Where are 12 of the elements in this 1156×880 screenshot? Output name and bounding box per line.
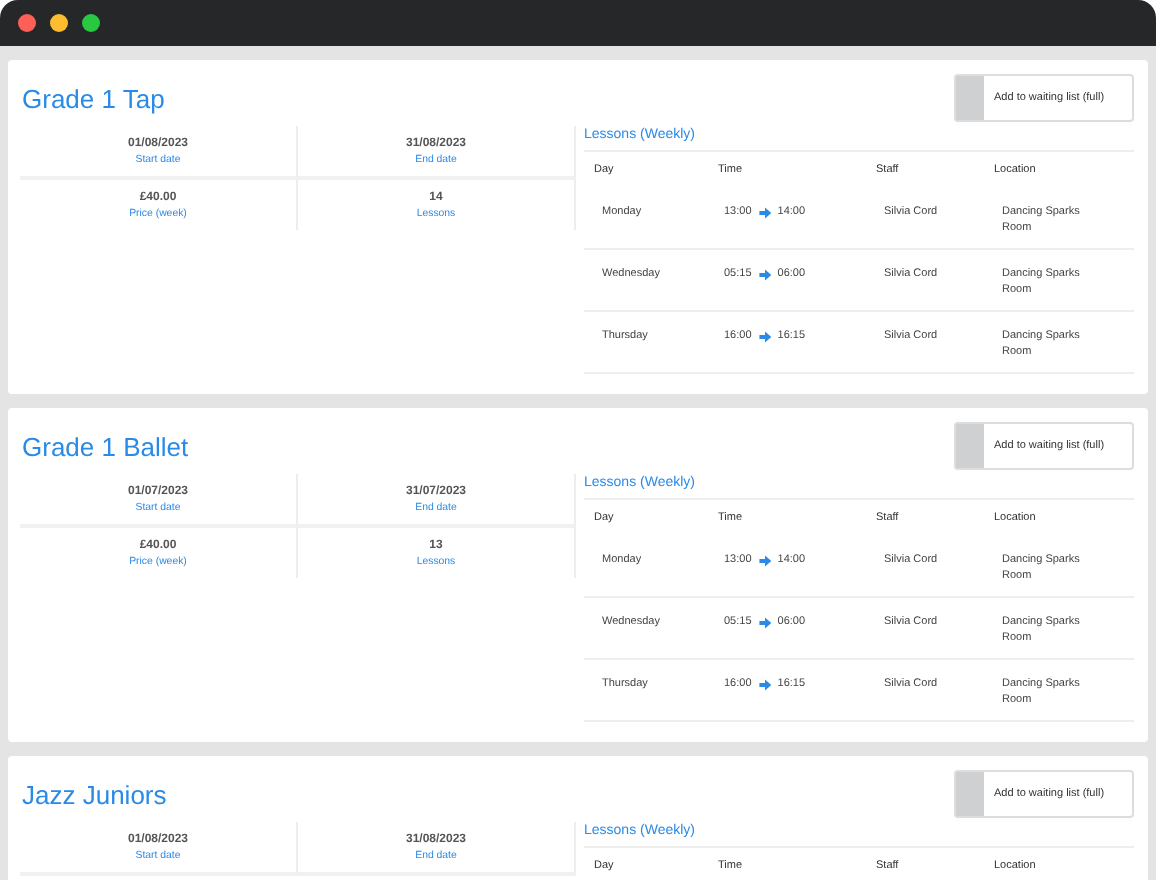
class-title: Grade 1 Tap	[20, 82, 167, 118]
class-title: Grade 1 Ballet	[20, 430, 191, 466]
maximize-button[interactable]	[82, 14, 100, 32]
class-title: Jazz Juniors	[20, 778, 169, 814]
minimize-button[interactable]	[50, 14, 68, 32]
right-arrow-icon	[757, 615, 772, 629]
right-arrow-icon	[757, 205, 772, 219]
right-arrow-icon	[757, 267, 772, 281]
close-button[interactable]	[18, 14, 36, 32]
right-arrow-icon	[757, 677, 772, 691]
right-arrow-icon	[757, 553, 772, 567]
right-arrow-icon	[757, 329, 772, 343]
